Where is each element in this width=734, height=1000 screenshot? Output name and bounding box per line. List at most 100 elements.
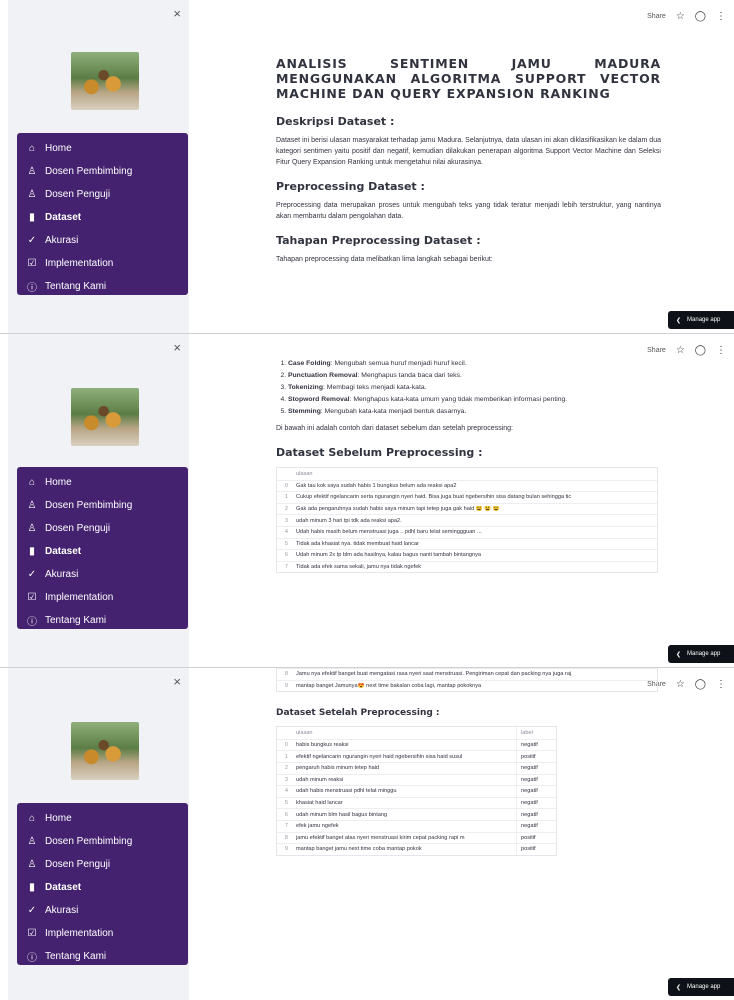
after-table[interactable]: ulasan label 0 habis bungkus reaksi negatif 1… bbox=[276, 726, 557, 856]
star-icon[interactable]: ☆ bbox=[676, 679, 685, 690]
sidebar-item-implementation[interactable]: ☑ Implementation bbox=[17, 252, 188, 275]
sidebar-item-dataset[interactable]: ▮ Dataset bbox=[17, 876, 188, 899]
sidebar-item-label: Dosen Pembimbing bbox=[45, 166, 133, 177]
sidebar-item-dosen-pembimbing[interactable]: ♙ Dosen Pembimbing bbox=[17, 830, 188, 853]
before-heading: Dataset Sebelum Preprocessing : bbox=[276, 446, 483, 459]
sidebar-item-akurasi[interactable]: ✓ Akurasi bbox=[17, 563, 188, 586]
kebab-menu-icon[interactable]: ⋮ bbox=[716, 11, 726, 22]
label-cell: negatif bbox=[516, 739, 556, 751]
sidebar-item-akurasi[interactable]: ✓ Akurasi bbox=[17, 229, 188, 252]
before-table[interactable]: ulasan 0 Gak tau kok saya sudah habis 1 bu… bbox=[276, 467, 658, 574]
sidebar-item-dosen-penguji[interactable]: ♙ Dosen Penguji bbox=[17, 183, 188, 206]
ulasan-cell: udah minum blm hasil bagus bintang bbox=[296, 811, 388, 818]
home-icon: ⌂ bbox=[28, 477, 36, 488]
sidebar-item-label: Dosen Pembimbing bbox=[45, 836, 133, 847]
desc-text: Dataset ini berisi ulasan masyarakat ter… bbox=[276, 137, 661, 166]
person-icon: ♙ bbox=[27, 189, 37, 200]
bar-chart-icon: ▮ bbox=[29, 546, 35, 557]
sidebar-item-tentang-kami[interactable]: ⓘ Tentang Kami bbox=[17, 609, 188, 632]
bar-chart-icon: ▮ bbox=[29, 212, 35, 223]
manage-app-button[interactable]: ❮ Manage app bbox=[668, 645, 734, 663]
row-index: 6 bbox=[284, 552, 288, 559]
sidebar-item-tentang-kami[interactable]: ⓘ Tentang Kami bbox=[17, 275, 188, 298]
person-icon: ♙ bbox=[27, 836, 37, 847]
sidebar-item-dosen-penguji[interactable]: ♙ Dosen Penguji bbox=[17, 853, 188, 876]
close-sidebar-icon[interactable]: × bbox=[173, 6, 181, 21]
row-index: 2 bbox=[284, 765, 288, 772]
table-row: 8 jamu efektif banget atas nyeri menstrua… bbox=[277, 831, 556, 844]
sidebar-item-dataset[interactable]: ▮ Dataset bbox=[17, 540, 188, 563]
ulasan-cell: habis bungkus reaksi bbox=[296, 742, 349, 749]
prep-text: Preprocessing data merupakan proses untu… bbox=[276, 202, 661, 220]
row-index: 1 bbox=[284, 753, 288, 760]
ulasan-cell: Udah minum 2x tp blm ada hasilnya, kalau… bbox=[296, 552, 482, 559]
ulasan-cell: udah minum 3 hari tpi tdk ada reaksi apa… bbox=[296, 517, 402, 524]
star-icon[interactable]: ☆ bbox=[676, 11, 685, 22]
row-index: 4 bbox=[284, 529, 288, 536]
ulasan-cell: Gak ada pengaruhnya sudah habis saya min… bbox=[296, 506, 500, 513]
sidebar-item-home[interactable]: ⌂ Home bbox=[17, 807, 188, 830]
steps-list: Case Folding: Mengubah semua huruf menja… bbox=[276, 358, 661, 418]
label-cell: negatif bbox=[516, 786, 556, 797]
ulasan-cell: Tidak ada khasiat nya. tidak membuat hai… bbox=[296, 540, 419, 547]
sidebar-item-dosen-pembimbing[interactable]: ♙ Dosen Pembimbing bbox=[17, 160, 188, 183]
bar-chart-icon: ▮ bbox=[29, 882, 35, 893]
row-index: 0 bbox=[284, 742, 288, 749]
sidebar-item-dataset[interactable]: ▮ Dataset bbox=[17, 206, 188, 229]
label-cell: positif bbox=[516, 832, 556, 844]
step-term: Punctuation Removal bbox=[288, 372, 358, 379]
sidebar-item-implementation[interactable]: ☑ Implementation bbox=[17, 586, 188, 609]
sidebar-item-home[interactable]: ⌂ Home bbox=[17, 471, 188, 494]
sidebar-item-label: Dataset bbox=[45, 546, 82, 557]
row-index: 5 bbox=[284, 800, 288, 807]
kebab-menu-icon[interactable]: ⋮ bbox=[716, 345, 726, 356]
close-sidebar-icon[interactable]: × bbox=[173, 674, 181, 689]
step-desc: : Mengubah kata-kata menjadi bentuk dasa… bbox=[320, 408, 467, 415]
table-row: 3 udah minum reaksi negatif bbox=[277, 773, 556, 786]
info-icon: ⓘ bbox=[27, 953, 37, 964]
share-button[interactable]: Share bbox=[647, 13, 666, 20]
ulasan-cell: jamu efektif banget atas nyeri menstruas… bbox=[296, 834, 465, 841]
sidebar-item-label: Tentang Kami bbox=[45, 281, 107, 292]
star-icon[interactable]: ☆ bbox=[676, 345, 685, 356]
github-icon[interactable]: ◯ bbox=[695, 679, 706, 690]
sidebar-item-label: Dosen Penguji bbox=[45, 859, 111, 870]
ulasan-cell: udah habis menstruasi pdhl telat minggu bbox=[296, 788, 397, 795]
before-table-continued[interactable]: 8 Jamu nya efektif banget buat mengatasi … bbox=[276, 668, 658, 693]
sidebar-item-akurasi[interactable]: ✓ Akurasi bbox=[17, 899, 188, 922]
manage-app-button[interactable]: ❮ Manage app bbox=[668, 311, 734, 329]
main-content: Case Folding: Mengubah semua huruf menja… bbox=[276, 358, 661, 574]
step-item: Stopword Removal: Menghapus kata-kata um… bbox=[288, 394, 661, 406]
table-header: ulasan label bbox=[277, 727, 556, 739]
step-desc: : Membagi teks menjadi kata-kata. bbox=[323, 384, 427, 391]
step-desc: : Menghapus tanda baca dari teks. bbox=[357, 372, 462, 379]
check-square-icon: ☑ bbox=[27, 258, 37, 269]
github-icon[interactable]: ◯ bbox=[695, 345, 706, 356]
check-square-icon: ☑ bbox=[27, 928, 37, 939]
ulasan-cell: mantap banget jamu next time coba mantap… bbox=[296, 846, 422, 853]
sidebar-item-label: Dosen Penguji bbox=[45, 189, 111, 200]
manage-app-button[interactable]: ❮ Manage app bbox=[668, 978, 734, 996]
github-icon[interactable]: ◯ bbox=[695, 11, 706, 22]
table-row: 4 Udah habis masih belum menstruasi juga … bbox=[277, 525, 657, 538]
sidebar-item-label: Dosen Penguji bbox=[45, 523, 111, 534]
ulasan-cell: udah minum reaksi bbox=[296, 776, 344, 783]
manage-app-label: Manage app bbox=[687, 317, 721, 323]
sidebar-item-dosen-penguji[interactable]: ♙ Dosen Penguji bbox=[17, 517, 188, 540]
person-icon: ♙ bbox=[27, 859, 37, 870]
kebab-menu-icon[interactable]: ⋮ bbox=[716, 679, 726, 690]
ulasan-cell: Gak tau kok saya sudah habis 1 bungkus b… bbox=[296, 482, 457, 489]
sidebar-item-tentang-kami[interactable]: ⓘ Tentang Kami bbox=[17, 945, 188, 968]
ulasan-cell: khasiat haid lancar bbox=[296, 800, 343, 807]
check-circle-icon: ✓ bbox=[27, 905, 37, 916]
ulasan-cell: mantap banget Jamunya😍 next time bakalan… bbox=[296, 682, 482, 689]
after-heading: Dataset Setelah Preprocessing : bbox=[276, 708, 440, 719]
info-icon: ⓘ bbox=[27, 617, 37, 628]
row-index: 5 bbox=[284, 540, 288, 547]
sidebar-item-implementation[interactable]: ☑ Implementation bbox=[17, 922, 188, 945]
person-icon: ♙ bbox=[27, 166, 37, 177]
close-sidebar-icon[interactable]: × bbox=[173, 340, 181, 355]
sidebar-item-home[interactable]: ⌂ Home bbox=[17, 137, 188, 160]
sidebar-item-dosen-pembimbing[interactable]: ♙ Dosen Pembimbing bbox=[17, 494, 188, 517]
share-button[interactable]: Share bbox=[647, 347, 666, 354]
